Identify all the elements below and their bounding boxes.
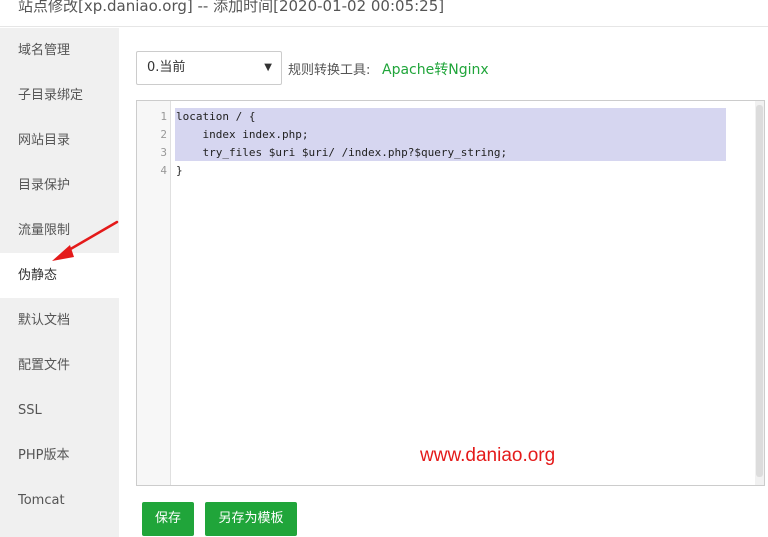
code-line: }	[176, 164, 183, 177]
code-line: index index.php;	[176, 128, 309, 141]
sidebar-item-domain-management[interactable]: 域名管理	[0, 28, 119, 73]
select-value: 0.当前	[147, 60, 186, 75]
code-editor[interactable]: 1 2 3 4 location / { index index.php; tr…	[136, 100, 765, 486]
sidebar-item-traffic-limit[interactable]: 流量限制	[0, 208, 119, 253]
apache-to-nginx-link[interactable]: Apache转Nginx	[382, 59, 489, 79]
sidebar-item-php-version[interactable]: PHP版本	[0, 433, 119, 478]
sidebar-item-ssl[interactable]: SSL	[0, 388, 119, 433]
rule-convert-tool-label: 规则转换工具:	[288, 63, 371, 78]
window-title: 站点修改[xp.daniao.org] -- 添加时间[2020-01-02 0…	[0, 0, 768, 27]
line-number-gutter: 1 2 3 4	[137, 101, 171, 485]
line-number: 4	[160, 164, 167, 177]
rewrite-template-select[interactable]: 0.当前 ▼	[136, 51, 282, 85]
editor-scrollbar[interactable]	[755, 101, 764, 485]
code-line: try_files $uri $uri/ /index.php?$query_s…	[176, 146, 508, 159]
sidebar: 域名管理 子目录绑定 网站目录 目录保护 流量限制 伪静态 默认文档 配置文件 …	[0, 28, 119, 537]
sidebar-item-tomcat[interactable]: Tomcat	[0, 478, 119, 523]
watermark: www.daniao.org	[420, 445, 556, 466]
line-number: 1	[160, 110, 167, 123]
caret-down-icon: ▼	[264, 62, 272, 73]
save-button[interactable]: 保存	[142, 502, 194, 536]
sidebar-item-config-file[interactable]: 配置文件	[0, 343, 119, 388]
sidebar-item-default-document[interactable]: 默认文档	[0, 298, 119, 343]
content-panel: 0.当前 ▼ 规则转换工具: Apache转Nginx 1 2 3 4 loca…	[119, 28, 768, 537]
sidebar-item-subdirectory-binding[interactable]: 子目录绑定	[0, 73, 119, 118]
code-line: location / {	[176, 110, 256, 123]
line-number: 3	[160, 146, 167, 159]
line-number: 2	[160, 128, 167, 141]
sidebar-item-rewrite[interactable]: 伪静态	[0, 253, 119, 298]
save-as-template-button[interactable]: 另存为模板	[205, 502, 297, 536]
scrollbar-thumb[interactable]	[756, 105, 763, 477]
sidebar-item-directory-protection[interactable]: 目录保护	[0, 163, 119, 208]
sidebar-item-site-directory[interactable]: 网站目录	[0, 118, 119, 163]
